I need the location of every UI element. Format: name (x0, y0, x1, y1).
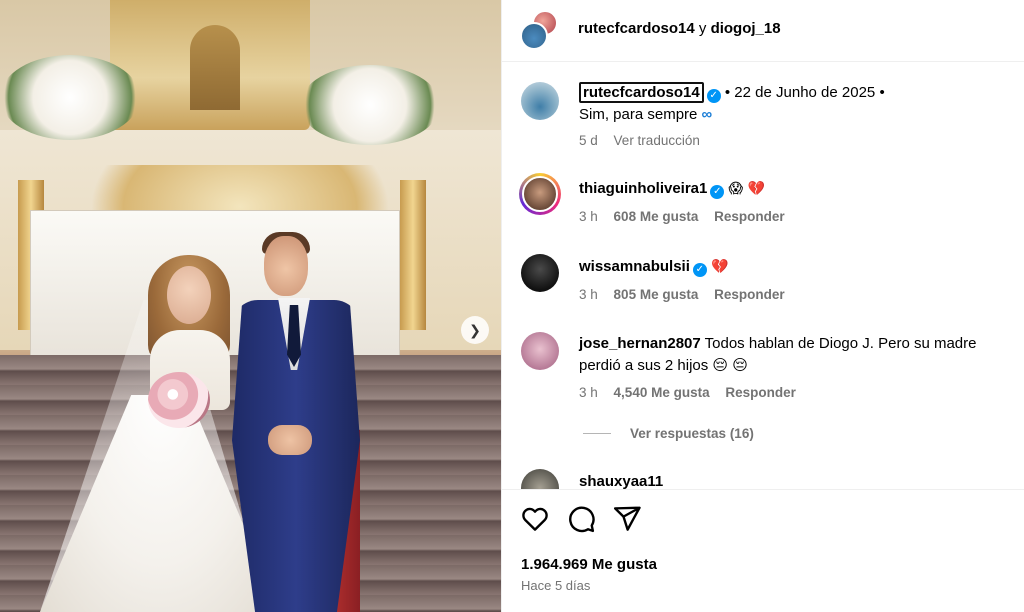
comment-line: thiaguinholiveira1 ✓ 😱 💔 (579, 179, 765, 199)
caption-text: Sim, para sempre ∞ (579, 105, 712, 125)
verified-badge-icon: ✓ (706, 89, 721, 103)
caption-meta: 5 d Ver traducción (579, 133, 712, 148)
avatar[interactable] (521, 332, 559, 370)
authors-connector: y (698, 20, 707, 37)
post-sidebar: rutecfcardoso14 y diogoj_18 rutecfcardos… (501, 0, 1024, 612)
post-photo[interactable]: ❯ (0, 0, 501, 612)
gold-pillar-right (400, 180, 426, 330)
comment-age: 3 h (579, 209, 598, 224)
comment-text: 💔 (711, 259, 729, 275)
altar-niche (190, 25, 240, 110)
comment-username[interactable]: wissamnabulsii (579, 258, 690, 275)
comment-text: Todos hablan de Diogo J. Pero su madre (704, 335, 977, 352)
comment-text-continued: perdió a sus 2 hijos 😔 😔 (579, 356, 748, 376)
comment-line: wissamnabulsii ✓ 💔 (579, 257, 728, 277)
caption-body: Sim, para sempre (579, 106, 698, 123)
post-time[interactable]: Hace 5 días (521, 578, 590, 593)
comment-age: 3 h (579, 385, 598, 400)
comment-meta: 3 h 805 Me gusta Responder (579, 287, 797, 302)
post-authors: rutecfcardoso14 y diogoj_18 (578, 20, 781, 37)
bride-face (167, 266, 211, 324)
share-icon[interactable] (612, 504, 642, 534)
groom-face (264, 236, 308, 296)
comment-text: perdió a sus 2 hijos 😔 😔 (579, 357, 748, 374)
author-link[interactable]: diogoj_18 (711, 20, 781, 37)
next-image-button[interactable]: ❯ (461, 316, 489, 344)
heart-icon[interactable] (520, 504, 550, 534)
caption-age: 5 d (579, 133, 598, 148)
view-replies-button[interactable]: Ver respuestas (16) (583, 426, 754, 441)
flower-arrangement-left (0, 55, 140, 140)
caption-date: • 22 de Junho de 2025 • (724, 84, 885, 101)
comment-likes[interactable]: 4,540 Me gusta (614, 385, 710, 400)
comment-username[interactable]: thiaguinholiveira1 (579, 180, 707, 197)
chevron-right-icon: ❯ (469, 321, 481, 338)
replies-divider (583, 433, 611, 434)
avatar[interactable] (521, 254, 559, 292)
avatar-story-ring[interactable] (519, 173, 561, 215)
comments-list[interactable]: rutecfcardoso14 ✓ • 22 de Junho de 2025 •… (502, 63, 1024, 489)
comment-username[interactable]: jose_hernan2807 (579, 335, 701, 352)
comment-meta: 3 h 608 Me gusta Responder (579, 209, 797, 224)
verified-badge-icon: ✓ (692, 263, 707, 277)
comment-line: shauxyaa11 (579, 472, 663, 489)
caption-username[interactable]: rutecfcardoso14 (579, 82, 704, 103)
caption-header: rutecfcardoso14 ✓ • 22 de Junho de 2025 • (579, 82, 885, 103)
comment-meta: 3 h 4,540 Me gusta Responder (579, 385, 808, 400)
avatar[interactable] (521, 469, 559, 489)
comment-likes[interactable]: 608 Me gusta (614, 209, 699, 224)
comment-likes[interactable]: 805 Me gusta (614, 287, 699, 302)
collab-avatars[interactable] (520, 10, 560, 50)
verified-badge-icon: ✓ (710, 185, 725, 199)
bride-bouquet (148, 372, 210, 428)
comment-age: 3 h (579, 287, 598, 302)
groom-hands (268, 425, 312, 455)
comment-username[interactable]: shauxyaa11 (579, 473, 663, 489)
post-header: rutecfcardoso14 y diogoj_18 (502, 0, 1024, 62)
post-actions: 1.964.969 Me gusta Hace 5 días (502, 489, 1024, 612)
comment-icon[interactable] (566, 504, 596, 534)
likes-count[interactable]: 1.964.969 Me gusta (521, 556, 657, 573)
avatar (520, 22, 548, 50)
view-replies-label: Ver respuestas (16) (630, 426, 754, 441)
infinity-symbol: ∞ (701, 106, 713, 123)
comment-line: jose_hernan2807 Todos hablan de Diogo J.… (579, 334, 977, 354)
comment-text: 😱 💔 (728, 181, 766, 197)
reply-button[interactable]: Responder (714, 287, 785, 302)
author-link[interactable]: rutecfcardoso14 (578, 20, 695, 37)
avatar (522, 176, 558, 212)
flower-arrangement-right (300, 65, 440, 145)
translate-link[interactable]: Ver traducción (614, 133, 700, 148)
reply-button[interactable]: Responder (725, 385, 796, 400)
avatar[interactable] (521, 82, 559, 120)
reply-button[interactable]: Responder (714, 209, 785, 224)
